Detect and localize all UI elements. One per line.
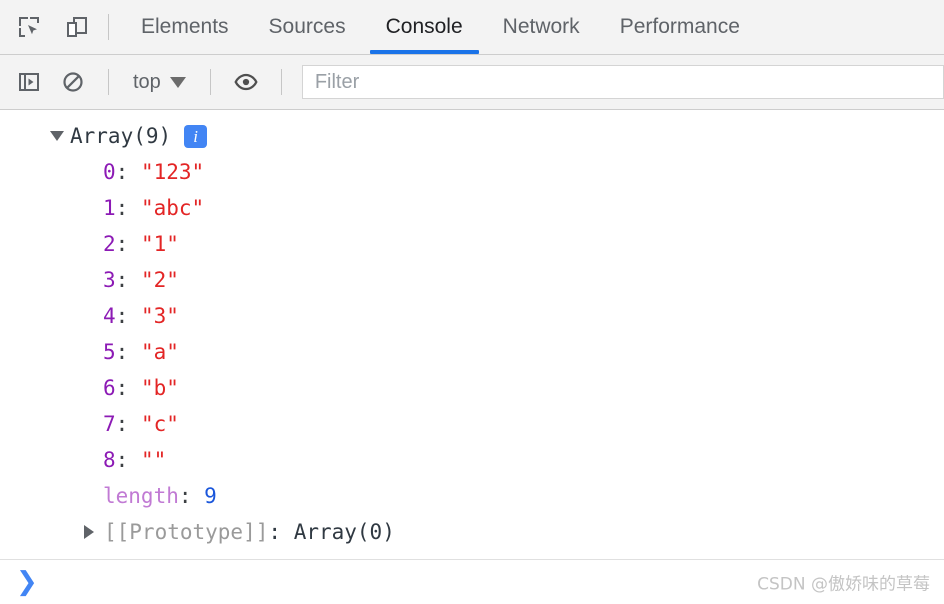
entry-colon: : [115, 160, 129, 184]
entry-colon: : [115, 412, 129, 436]
entry-value: "2" [140, 268, 179, 292]
entry-colon: : [115, 376, 129, 400]
live-expression-eye-icon[interactable] [231, 67, 261, 97]
entry-colon: : [115, 196, 129, 220]
entry-key: 5 [103, 340, 116, 364]
console-output-area: Array(9) i 0: "123" 1: "abc" 2: "1" 3: "… [0, 110, 944, 559]
chevron-down-icon [169, 76, 186, 88]
tab-elements-label: Elements [141, 15, 229, 38]
entry-key: 7 [103, 412, 116, 436]
array-entry-row[interactable]: 5: "a" [0, 334, 944, 370]
console-toolbar: top Filter [0, 55, 944, 110]
entry-value: "c" [140, 412, 179, 436]
device-toolbar-icon[interactable] [62, 12, 92, 42]
entry-value: "123" [140, 160, 205, 184]
prototype-key: [[Prototype]] [104, 520, 269, 544]
entry-value: "abc" [140, 196, 205, 220]
console-toolbar-divider-3 [280, 69, 282, 95]
console-prompt-bar[interactable]: ❯ CSDN @傲娇味的草莓 [0, 559, 944, 603]
entry-colon: : [115, 340, 129, 364]
array-entry-row[interactable]: 3: "2" [0, 262, 944, 298]
array-entry-row[interactable]: 4: "3" [0, 298, 944, 334]
entry-key: 6 [103, 376, 116, 400]
prototype-row[interactable]: [[Prototype]]: Array(0) [0, 514, 944, 550]
prototype-colon: : [268, 520, 282, 544]
console-toolbar-divider-2 [209, 69, 211, 95]
array-entry-row[interactable]: 1: "abc" [0, 190, 944, 226]
entry-value: "3" [140, 304, 179, 328]
tab-sources-label: Sources [268, 15, 346, 38]
array-entry-row[interactable]: 8: "" [0, 442, 944, 478]
filter-placeholder: Filter [314, 70, 360, 93]
entry-key: 8 [103, 448, 116, 472]
toolbar-divider [108, 14, 109, 40]
entry-key: 0 [103, 160, 116, 184]
entry-key: 3 [103, 268, 116, 292]
array-entry-row[interactable]: 7: "c" [0, 406, 944, 442]
entry-colon: : [115, 232, 129, 256]
log-entry-array: Array(9) i 0: "123" 1: "abc" 2: "1" 3: "… [0, 110, 944, 550]
tab-performance[interactable]: Performance [600, 0, 760, 54]
entry-colon: : [115, 304, 129, 328]
execution-context-selector[interactable]: top [129, 71, 190, 94]
tab-console-label: Console [385, 15, 463, 38]
entry-value: "a" [140, 340, 179, 364]
tab-performance-label: Performance [619, 15, 740, 38]
length-colon: : [178, 484, 192, 508]
execution-context-label: top [133, 70, 161, 93]
entry-key: 4 [103, 304, 116, 328]
tab-elements[interactable]: Elements [121, 0, 249, 54]
entry-colon: : [115, 268, 129, 292]
console-toolbar-divider-1 [108, 69, 109, 95]
entry-key: 1 [103, 196, 116, 220]
tab-sources[interactable]: Sources [249, 0, 366, 54]
entry-colon: : [115, 448, 129, 472]
array-entry-row[interactable]: 0: "123" [0, 154, 944, 190]
panel-tabs: Elements Sources Console Network Perform… [121, 0, 760, 54]
clear-console-icon[interactable] [58, 67, 88, 97]
devtools-tab-bar: Elements Sources Console Network Perform… [0, 0, 944, 55]
inspect-element-icon[interactable] [14, 12, 44, 42]
prompt-chevron-icon: ❯ [16, 566, 38, 597]
entry-value: "b" [140, 376, 179, 400]
length-key: length [103, 484, 179, 508]
filter-input[interactable]: Filter [301, 65, 944, 99]
array-entry-row[interactable]: 2: "1" [0, 226, 944, 262]
triangle-right-icon[interactable] [78, 525, 100, 539]
prototype-value: Array(0) [293, 520, 395, 544]
tab-network-label: Network [502, 15, 580, 38]
tab-console[interactable]: Console [366, 0, 483, 54]
array-title: Array(9) [70, 124, 172, 148]
entry-key: 2 [103, 232, 116, 256]
array-header-row[interactable]: Array(9) i [0, 118, 944, 154]
info-badge-icon[interactable]: i [184, 124, 208, 148]
watermark-text: CSDN @傲娇味的草莓 [757, 574, 930, 594]
console-sidebar-toggle-icon[interactable] [14, 67, 44, 97]
triangle-down-icon[interactable] [46, 131, 68, 141]
entry-value: "1" [140, 232, 179, 256]
array-length-row[interactable]: length: 9 [0, 478, 944, 514]
array-entry-row[interactable]: 6: "b" [0, 370, 944, 406]
length-value: 9 [204, 484, 217, 508]
tab-bar-icon-group [0, 0, 102, 54]
tab-network[interactable]: Network [483, 0, 600, 54]
entry-value: "" [140, 448, 167, 472]
